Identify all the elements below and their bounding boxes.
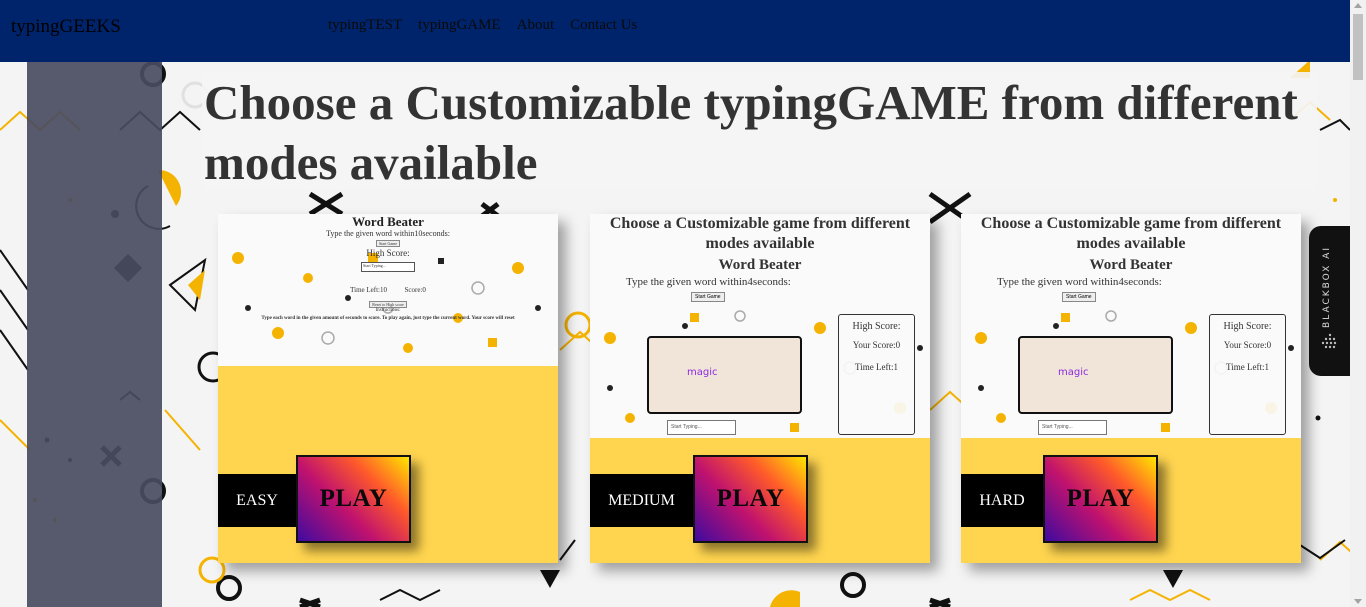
your-score: Your Score:0: [1223, 340, 1272, 350]
preview-score: Score:0: [404, 286, 426, 294]
preview-title: Word Beater: [352, 214, 424, 229]
play-button-easy[interactable]: PLAY: [296, 455, 411, 543]
preview-subtitle: Type the given word within10seconds:: [326, 229, 450, 238]
score-panel: High Score: Your Score:0 Time Left:1: [838, 314, 915, 435]
play-button-medium[interactable]: PLAY: [693, 455, 808, 543]
page-title: Choose a Customizable typingGAME from di…: [204, 75, 1298, 190]
preview-start-button: Start Game: [375, 240, 401, 247]
blackbox-ai-tab[interactable]: BLACKBOX AI: [1309, 226, 1350, 376]
left-sidebar-panel: [27, 62, 162, 607]
time-left: Time Left:1: [855, 362, 898, 372]
preview-subtitle: Type the given word within4seconds:: [626, 276, 791, 288]
preview-instructions: Type each word in the given amount of se…: [261, 316, 515, 321]
preview-start-button: Start Game: [691, 292, 725, 302]
game-card-easy: Word Beater Type the given word within10…: [218, 214, 558, 563]
time-left: Time Left:1: [1226, 362, 1269, 372]
preview-instructions-label: Instructions:: [375, 308, 401, 313]
high-score-label: High Score:: [1223, 321, 1272, 332]
game-preview-medium: Choose a Customizable game from differen…: [590, 214, 930, 438]
preview-time-left: Time Left:10: [350, 286, 387, 294]
current-word: magic: [1058, 367, 1089, 378]
level-label-hard: HARD: [961, 474, 1043, 527]
page-scrollbar[interactable]: [1350, 0, 1366, 607]
word-display: magic: [1018, 336, 1173, 414]
current-word: magic: [687, 367, 718, 378]
level-label-easy: EASY: [218, 474, 296, 527]
high-score-label: High Score:: [852, 321, 901, 332]
preview-heading: Choose a Customizable game from differen…: [980, 215, 1282, 252]
game-card-hard: Choose a Customizable game from differen…: [961, 214, 1301, 563]
preview-high-score: High Score:: [366, 248, 410, 258]
score-panel: High Score: Your Score:0 Time Left:1: [1209, 314, 1286, 435]
heading-box: Choose a Customizable typingGAME from di…: [202, 72, 1317, 190]
preview-heading: Choose a Customizable game from differen…: [609, 215, 911, 252]
preview-reset-button: Reset to High score: [369, 301, 407, 308]
nav-link-contact-us[interactable]: Contact Us: [570, 17, 637, 34]
scroll-up-arrow-icon[interactable]: [1354, 3, 1362, 8]
preview-input: Start Typing...: [667, 420, 736, 435]
preview-input: Start Typing...: [1038, 420, 1107, 435]
blackbox-ai-label: BLACKBOX AI: [1322, 246, 1332, 328]
game-preview-hard: Choose a Customizable game from differen…: [961, 214, 1301, 438]
preview-title: Word Beater: [718, 257, 802, 273]
preview-subtitle: Type the given word within4seconds:: [997, 276, 1162, 288]
play-button-hard[interactable]: PLAY: [1043, 455, 1158, 543]
scroll-down-arrow-icon[interactable]: [1354, 599, 1362, 604]
nav-link-typing-game[interactable]: typingGAME: [418, 17, 501, 34]
preview-title: Word Beater: [1089, 257, 1173, 273]
game-card-medium: Choose a Customizable game from differen…: [590, 214, 930, 563]
scrollbar-thumb[interactable]: [1353, 14, 1363, 80]
blackbox-logo-icon: [1321, 333, 1337, 349]
nav-link-typing-test[interactable]: typingTEST: [328, 17, 402, 34]
preview-input: Start Typing...: [361, 262, 415, 272]
nav-links: typingTEST typingGAME About Contact Us: [328, 17, 637, 34]
navbar: typingGEEKS typingTEST typingGAME About …: [0, 0, 1350, 62]
nav-link-about[interactable]: About: [517, 17, 555, 34]
game-preview-easy: Word Beater Type the given word within10…: [218, 214, 558, 366]
your-score: Your Score:0: [852, 340, 901, 350]
level-label-medium: MEDIUM: [590, 474, 693, 527]
word-display: magic: [647, 336, 802, 414]
brand-logo[interactable]: typingGEEKS: [11, 16, 121, 38]
preview-start-button: Start Game: [1062, 292, 1096, 302]
